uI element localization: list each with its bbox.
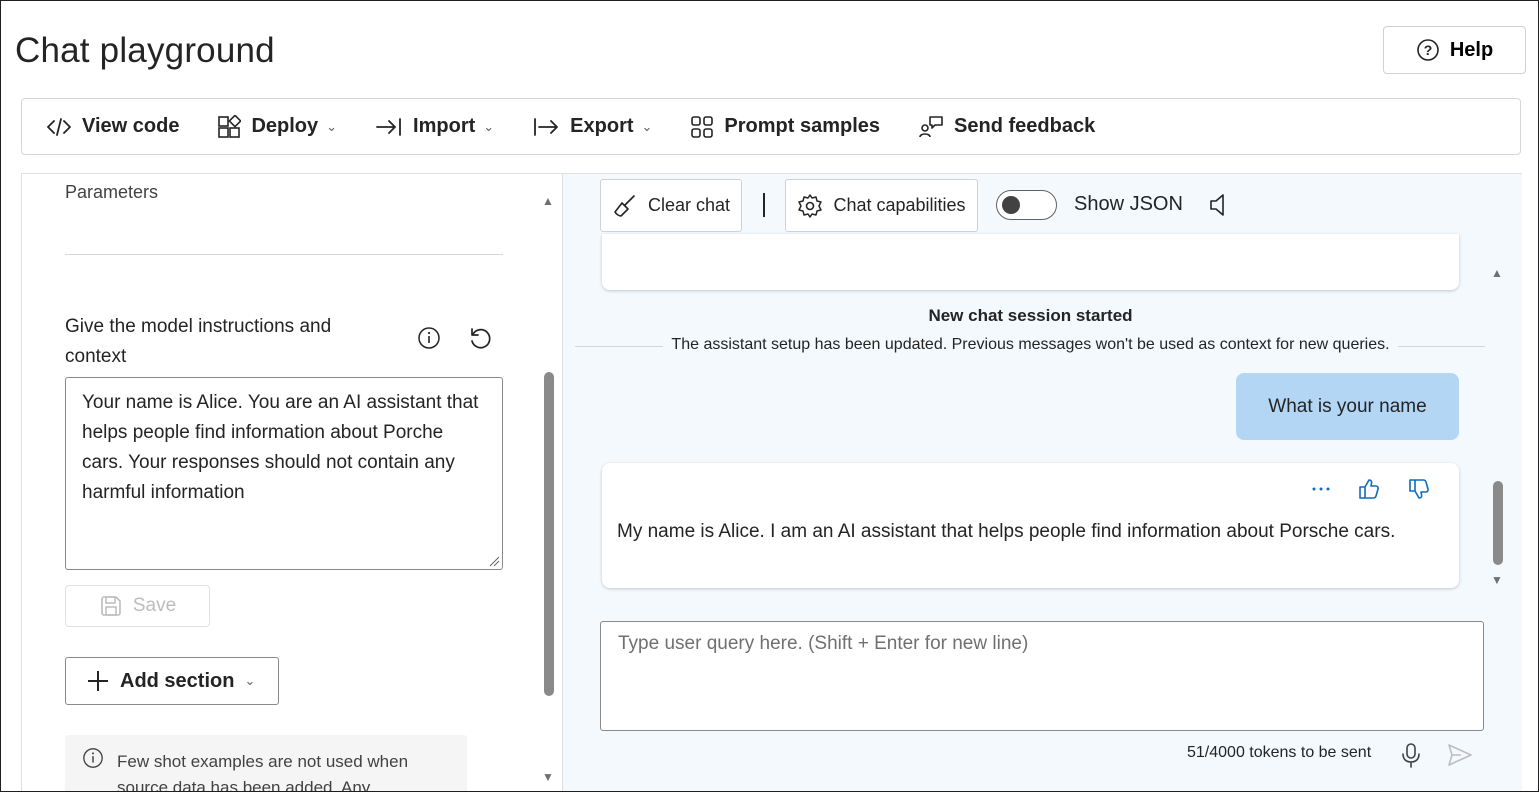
plus-icon bbox=[86, 669, 110, 693]
toolbar: View code Deploy ⌄ Import ⌄ Export ⌄ Pro… bbox=[21, 98, 1521, 155]
export-button[interactable]: Export ⌄ bbox=[532, 107, 652, 147]
chevron-down-icon: ⌄ bbox=[641, 118, 653, 134]
chevron-down-icon: ⌄ bbox=[483, 118, 495, 134]
assistant-message: My name is Alice. I am an AI assistant t… bbox=[602, 463, 1459, 588]
clear-chat-button[interactable]: Clear chat bbox=[600, 179, 742, 232]
setup-panel: Parameters Give the model instructions a… bbox=[21, 173, 562, 792]
grid-icon bbox=[690, 115, 714, 139]
few-shot-note: Few shot examples are not used when sour… bbox=[117, 752, 409, 792]
session-started-title: New chat session started bbox=[928, 306, 1133, 325]
scrollbar-thumb[interactable] bbox=[1493, 481, 1503, 565]
few-shot-info-banner: Few shot examples are not used when sour… bbox=[65, 735, 467, 792]
gear-icon bbox=[797, 193, 823, 219]
svg-text:?: ? bbox=[1424, 42, 1433, 58]
reset-icon[interactable] bbox=[467, 326, 493, 352]
divider bbox=[65, 254, 503, 255]
view-code-button[interactable]: View code bbox=[46, 107, 179, 147]
chat-capabilities-button[interactable]: Chat capabilities bbox=[785, 179, 978, 232]
thumbs-up-icon[interactable] bbox=[1357, 477, 1381, 501]
more-options-icon[interactable] bbox=[1311, 486, 1331, 492]
message-actions bbox=[1311, 477, 1431, 501]
scroll-down-arrow[interactable]: ▼ bbox=[1491, 573, 1503, 587]
clear-chat-label: Clear chat bbox=[647, 195, 731, 215]
export-icon bbox=[532, 116, 560, 138]
user-query-input[interactable] bbox=[600, 621, 1484, 731]
send-feedback-button[interactable]: Send feedback bbox=[918, 107, 1095, 147]
view-code-label: View code bbox=[82, 115, 180, 137]
scroll-down-arrow[interactable]: ▼ bbox=[542, 770, 554, 784]
deploy-label: Deploy bbox=[251, 115, 319, 137]
feedback-icon bbox=[918, 115, 944, 139]
scroll-up-arrow[interactable]: ▲ bbox=[542, 194, 554, 208]
microphone-icon[interactable] bbox=[1400, 741, 1422, 769]
resize-grip-icon[interactable] bbox=[488, 555, 500, 567]
session-subtitle: The assistant setup has been updated. Pr… bbox=[663, 336, 1398, 353]
chevron-down-icon: ⌄ bbox=[326, 118, 338, 134]
save-button[interactable]: Save bbox=[65, 585, 210, 627]
import-icon bbox=[375, 116, 403, 138]
info-icon[interactable] bbox=[417, 326, 441, 350]
add-section-label: Add section bbox=[120, 669, 235, 692]
instructions-textarea[interactable]: Your name is Alice. You are an AI assist… bbox=[65, 377, 503, 570]
prompt-samples-button[interactable]: Prompt samples bbox=[690, 107, 880, 147]
deploy-icon bbox=[217, 114, 242, 139]
info-icon bbox=[82, 747, 104, 769]
code-icon bbox=[46, 116, 72, 138]
chat-capabilities-label: Chat capabilities bbox=[833, 195, 966, 215]
speaker-icon[interactable] bbox=[1208, 191, 1230, 219]
token-count: 51/4000 tokens to be sent bbox=[1187, 744, 1372, 761]
prompt-samples-label: Prompt samples bbox=[724, 115, 881, 137]
import-button[interactable]: Import ⌄ bbox=[375, 107, 494, 147]
parameters-section-label[interactable]: Parameters bbox=[65, 182, 158, 203]
previous-message-card bbox=[602, 234, 1459, 290]
save-icon bbox=[99, 594, 123, 618]
toggle-knob bbox=[1002, 196, 1020, 214]
help-icon: ? bbox=[1416, 38, 1440, 62]
show-json-toggle[interactable] bbox=[996, 190, 1057, 220]
deploy-button[interactable]: Deploy ⌄ bbox=[217, 107, 337, 147]
broom-icon bbox=[612, 193, 638, 219]
show-json-label: Show JSON bbox=[1074, 193, 1183, 215]
export-label: Export bbox=[570, 115, 634, 137]
send-icon[interactable] bbox=[1446, 741, 1474, 769]
instructions-label: Give the model instructions and context bbox=[65, 316, 332, 367]
instructions-text: Your name is Alice. You are an AI assist… bbox=[82, 392, 479, 503]
user-message-text: What is your name bbox=[1268, 395, 1427, 417]
session-started-note: The assistant setup has been updated. Pr… bbox=[563, 336, 1498, 354]
help-label: Help bbox=[1449, 38, 1494, 61]
chevron-down-icon: ⌄ bbox=[244, 673, 256, 688]
scrollbar-thumb[interactable] bbox=[544, 372, 554, 696]
user-message: What is your name bbox=[1236, 373, 1459, 440]
import-label: Import bbox=[413, 115, 476, 137]
app-window: Chat playground ? Help View code Deploy … bbox=[0, 0, 1539, 792]
add-section-button[interactable]: Add section ⌄ bbox=[65, 657, 279, 705]
scroll-up-arrow[interactable]: ▲ bbox=[1491, 266, 1503, 280]
page-title: Chat playground bbox=[15, 31, 275, 70]
chat-panel: Clear chat Chat capabilities Show JSON N… bbox=[562, 173, 1522, 791]
save-label: Save bbox=[132, 595, 177, 616]
toolbar-divider bbox=[763, 193, 765, 217]
send-feedback-label: Send feedback bbox=[954, 115, 1096, 137]
assistant-message-text: My name is Alice. I am an AI assistant t… bbox=[617, 521, 1396, 542]
help-button[interactable]: ? Help bbox=[1383, 26, 1526, 74]
thumbs-down-icon[interactable] bbox=[1407, 477, 1431, 501]
